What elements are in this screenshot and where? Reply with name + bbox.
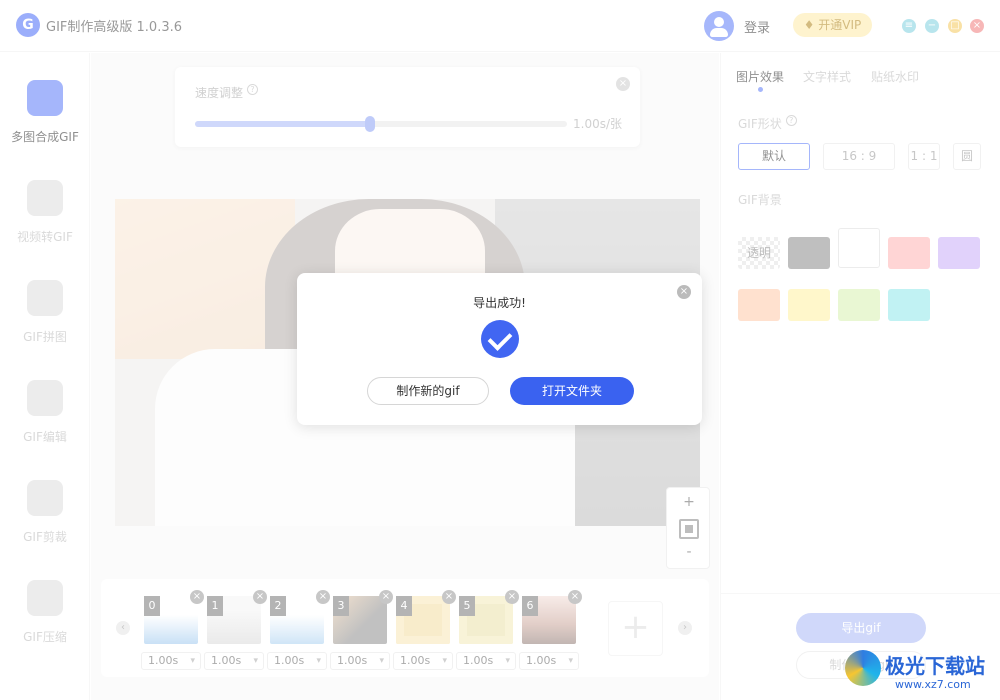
close-icon[interactable]: × xyxy=(677,285,691,299)
site-watermark: 极光下载站 www.xz7.com xyxy=(845,648,995,694)
open-folder-button[interactable]: 打开文件夹 xyxy=(510,377,634,405)
site-logo-icon xyxy=(845,650,881,686)
watermark-name: 极光下载站 xyxy=(885,654,985,678)
check-circle-icon xyxy=(481,320,519,358)
watermark-url: www.xz7.com xyxy=(895,678,971,691)
export-success-dialog: 导出成功! × 制作新的gif 打开文件夹 xyxy=(297,273,702,425)
make-new-gif-dialog-button[interactable]: 制作新的gif xyxy=(367,377,489,405)
dialog-title: 导出成功! xyxy=(473,296,526,310)
